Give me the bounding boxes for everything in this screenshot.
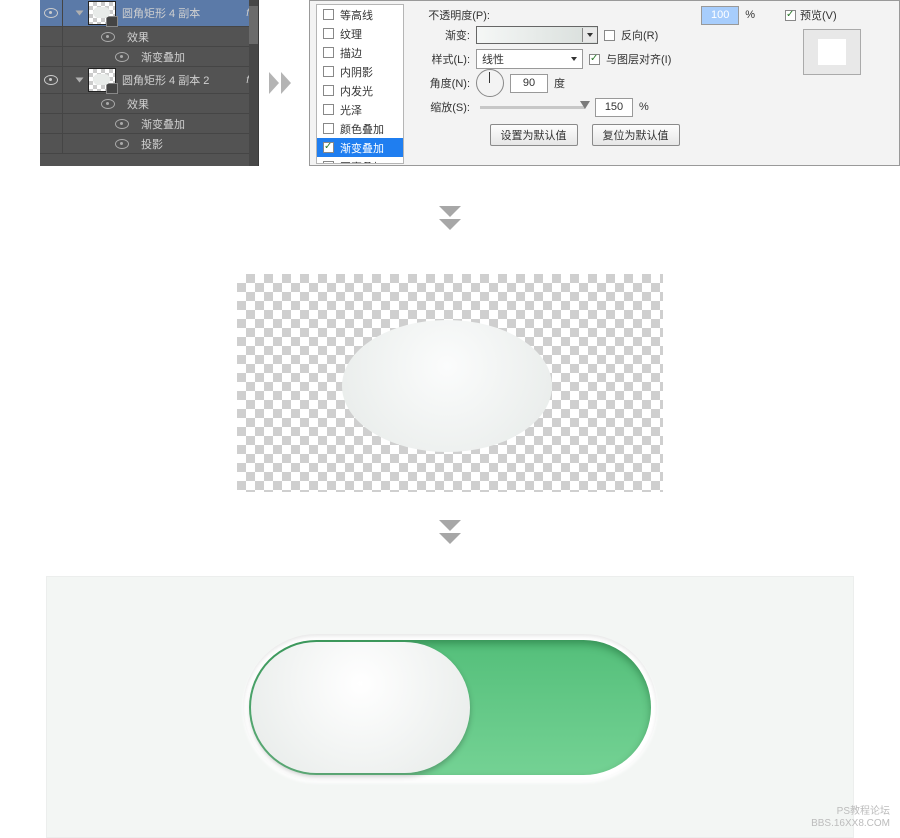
watermark: PS教程论坛 BBS.16XX8.COM	[811, 806, 890, 830]
style-item-contour[interactable]: 等高线	[317, 5, 403, 24]
style-item-stroke[interactable]: 描边	[317, 43, 403, 62]
style-item-inner-glow[interactable]: 内发光	[317, 81, 403, 100]
style-label: 样式(L):	[414, 51, 470, 67]
layer-row[interactable]: 渐变叠加	[40, 114, 258, 134]
style-item-gradient-overlay[interactable]: 渐变叠加	[317, 138, 403, 157]
layer-row[interactable]: 渐变叠加	[40, 47, 258, 67]
visibility-icon[interactable]	[115, 52, 129, 62]
visibility-icon[interactable]	[101, 99, 115, 109]
layer-row[interactable]: 效果	[40, 94, 258, 114]
reverse-label: 反向(R)	[621, 27, 658, 43]
preview-checkbox[interactable]	[785, 10, 796, 21]
switch-knob	[251, 642, 470, 773]
visibility-icon[interactable]	[115, 119, 129, 129]
align-checkbox[interactable]	[589, 54, 600, 65]
unit-percent: %	[745, 9, 755, 21]
layer-thumbnail[interactable]	[88, 68, 116, 92]
scrollbar[interactable]	[249, 0, 258, 166]
unit-degree: 度	[554, 75, 565, 91]
top-row: 圆角矩形 4 副本 fx 效果 渐变叠加	[40, 0, 900, 166]
style-item-pattern-overlay[interactable]: 图案叠加	[317, 157, 403, 164]
switch-track	[249, 640, 651, 775]
visibility-icon[interactable]	[40, 67, 63, 93]
opacity-value[interactable]: 100	[701, 6, 739, 25]
style-item-satin[interactable]: 光泽	[317, 100, 403, 119]
layer-style-dialog: 等高线 纹理 描边 内阴影 内发光 光泽 颜色叠加 渐变叠加 图案叠加 不透明度…	[309, 0, 900, 166]
angle-value[interactable]: 90	[510, 74, 548, 93]
layer-thumbnail[interactable]	[88, 1, 116, 25]
style-item-color-overlay[interactable]: 颜色叠加	[317, 119, 403, 138]
arrow-down-icon	[0, 206, 900, 234]
scale-label: 缩放(S):	[414, 99, 470, 115]
layer-name: 圆角矩形 4 副本	[122, 5, 200, 21]
set-default-button[interactable]: 设置为默认值	[490, 124, 578, 146]
gradient-picker[interactable]	[476, 26, 598, 44]
layer-row[interactable]: 投影	[40, 134, 258, 154]
layer-row[interactable]: 圆角矩形 4 副本 fx	[40, 0, 258, 27]
layer-row[interactable]: 圆角矩形 4 副本 2 fx	[40, 67, 258, 94]
expand-icon[interactable]	[76, 11, 84, 16]
effects-label: 效果	[127, 29, 149, 45]
arrow-right-icon	[259, 0, 309, 166]
reset-default-button[interactable]: 复位为默认值	[592, 124, 680, 146]
switch-outer	[243, 634, 657, 781]
layer-row[interactable]: 效果	[40, 27, 258, 47]
reverse-checkbox[interactable]	[604, 30, 615, 41]
gradient-label: 渐变:	[414, 27, 470, 43]
canvas-transparent	[237, 274, 663, 492]
effects-label: 效果	[127, 96, 149, 112]
canvas-final	[46, 576, 854, 838]
effect-name: 渐变叠加	[141, 116, 185, 132]
dialog-preview-area: 预览(V)	[765, 1, 899, 165]
ellipse-shape	[342, 320, 552, 452]
arrow-down-icon	[0, 520, 900, 548]
effect-name: 投影	[141, 136, 163, 152]
style-item-texture[interactable]: 纹理	[317, 24, 403, 43]
style-item-inner-shadow[interactable]: 内阴影	[317, 62, 403, 81]
angle-dial[interactable]	[476, 69, 504, 97]
expand-icon[interactable]	[76, 78, 84, 83]
visibility-icon[interactable]	[40, 0, 63, 26]
opacity-label: 不透明度(P):	[414, 7, 490, 23]
effect-name: 渐变叠加	[141, 49, 185, 65]
visibility-icon[interactable]	[101, 32, 115, 42]
scale-slider[interactable]	[480, 106, 585, 109]
style-list: 等高线 纹理 描边 内阴影 内发光 光泽 颜色叠加 渐变叠加 图案叠加	[316, 4, 404, 164]
scale-value[interactable]: 150	[595, 98, 633, 117]
angle-label: 角度(N):	[414, 75, 470, 91]
style-select[interactable]: 线性	[476, 49, 583, 69]
preview-swatch	[803, 29, 861, 75]
layer-name: 圆角矩形 4 副本 2	[122, 72, 209, 88]
unit-percent: %	[639, 101, 649, 113]
align-label: 与图层对齐(I)	[606, 51, 671, 67]
visibility-icon[interactable]	[115, 139, 129, 149]
gradient-overlay-settings: 不透明度(P): 100 % 渐变: 反向(R) 样式(L): 线性 与图层对齐…	[404, 1, 765, 165]
layers-panel: 圆角矩形 4 副本 fx 效果 渐变叠加	[40, 0, 259, 166]
preview-label: 预览(V)	[800, 7, 837, 23]
